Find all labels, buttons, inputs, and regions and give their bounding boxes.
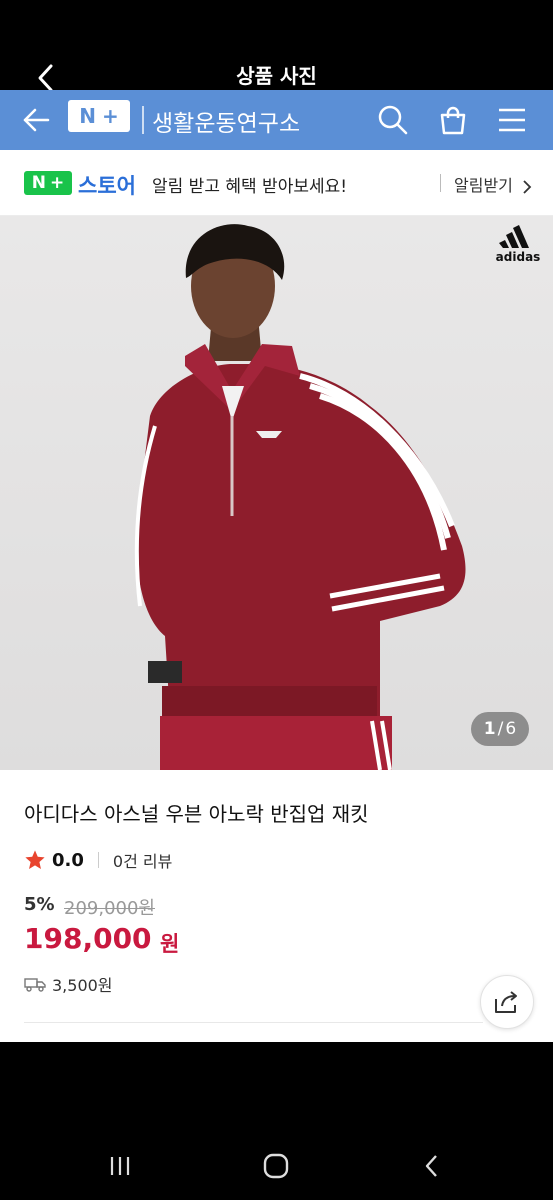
search-icon[interactable] (375, 102, 411, 138)
shipping-fee: 3,500원 (24, 972, 113, 996)
product-image[interactable]: adidas 1 / 6 (0, 216, 553, 770)
notice-message: 알림 받고 혜택 받아보세요! (152, 177, 348, 197)
counter-total: 6 (505, 719, 517, 739)
bag-icon[interactable] (435, 102, 471, 138)
rating-score: 0.0 (52, 849, 84, 871)
logo-n: N (79, 104, 96, 128)
review-count: 0건 리뷰 (112, 852, 173, 871)
n-plus-store-logo: N + (24, 171, 72, 195)
menu-icon[interactable] (494, 102, 530, 138)
back-icon[interactable] (412, 1146, 452, 1186)
shipping-fee-value: 3,500원 (52, 976, 113, 995)
price-unit: 원 (160, 932, 180, 956)
nav-divider (142, 106, 144, 134)
discount-rate: 5% (24, 894, 55, 915)
rating-divider (97, 852, 99, 868)
truck-icon (24, 978, 46, 992)
product-info: 아디다스 아스널 우븐 아노락 반집업 재킷 0.0 0건 리뷰 5% 209,… (0, 770, 553, 1042)
section-divider (24, 1022, 483, 1023)
page-title: 상품 사진 (236, 64, 317, 88)
sale-price: 198,000 (24, 922, 152, 955)
model-photo (134, 224, 466, 770)
adidas-stripes-icon (499, 225, 529, 248)
share-icon (495, 991, 517, 1013)
share-button[interactable] (480, 975, 534, 1029)
product-name: 아디다스 아스널 우븐 아노락 반집업 재킷 (24, 802, 369, 826)
original-price: 209,000원 (64, 898, 155, 919)
store-label: 스토어 (78, 174, 136, 198)
top-bar: 상품 사진 (0, 0, 553, 92)
recent-apps-icon[interactable] (100, 1146, 140, 1186)
chevron-right-icon (523, 179, 532, 194)
store-brand-name[interactable]: 생활운동연구소 (152, 104, 300, 138)
logo-n: N (31, 173, 46, 193)
system-nav-bar (0, 1042, 553, 1200)
naver-plus-logo[interactable]: N + (68, 100, 130, 132)
alarm-link-label: 알림받기 (454, 176, 513, 195)
alarm-subscribe-link[interactable]: 알림받기 (454, 172, 532, 196)
home-icon[interactable] (256, 1146, 296, 1186)
image-counter: 1 / 6 (471, 712, 529, 746)
arrow-left-icon[interactable] (22, 102, 52, 138)
notice-banner: N + 스토어 알림 받고 혜택 받아보세요! 알림받기 (0, 150, 553, 216)
adidas-wordmark: adidas (495, 250, 541, 264)
rating-row[interactable]: 0.0 0건 리뷰 (24, 848, 172, 872)
counter-current: 1 (483, 719, 496, 739)
logo-plus: + (49, 173, 65, 193)
logo-plus: + (101, 104, 119, 128)
notice-divider (440, 174, 441, 192)
star-icon (25, 850, 45, 869)
adidas-logo: adidas (495, 224, 541, 264)
